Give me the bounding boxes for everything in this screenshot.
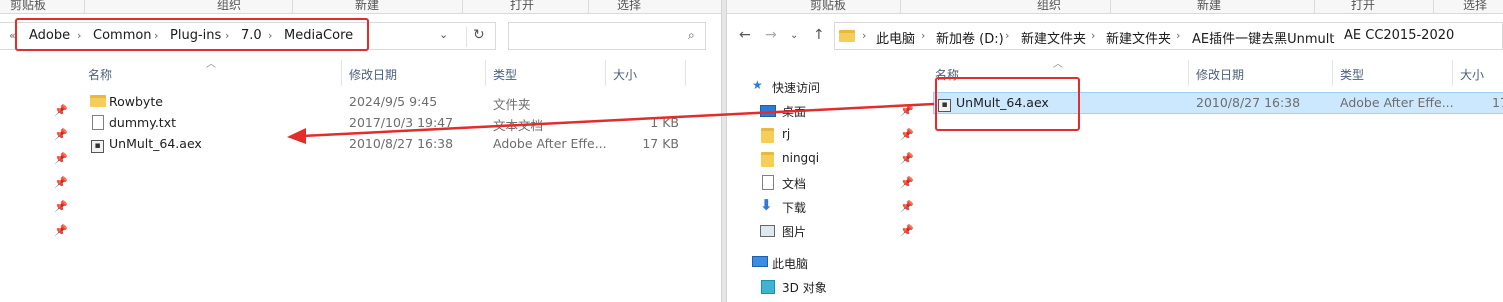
annotation-arrow-line: [301, 102, 935, 138]
annotation-arrow: [287, 102, 935, 144]
annotation-arrow-head: [287, 128, 306, 144]
